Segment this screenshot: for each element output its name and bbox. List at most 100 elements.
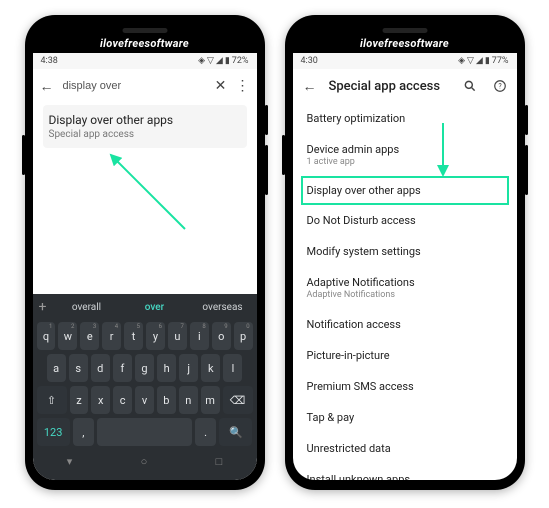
key-f[interactable]: f — [113, 354, 132, 382]
key-b[interactable]: b — [157, 386, 176, 414]
list-item[interactable]: Adaptive NotificationsAdaptive Notificat… — [307, 267, 503, 309]
list-item[interactable]: Tap & pay — [307, 402, 503, 433]
battery-icon: ▮ — [485, 56, 490, 66]
status-bar: 4:38 ◈ ▽ ◢ ▮ 72% — [33, 53, 257, 69]
location-icon: ◈ — [458, 56, 465, 66]
key-m[interactable]: m — [201, 386, 220, 414]
search-key[interactable]: 🔍 — [219, 418, 252, 446]
key-i[interactable]: i8 — [190, 322, 209, 350]
list-item[interactable]: Install unknown apps — [307, 464, 503, 480]
key-s[interactable]: s — [69, 354, 88, 382]
key-e[interactable]: e3 — [80, 322, 99, 350]
screen-left: 4:38 ◈ ▽ ◢ ▮ 72% ← ✕ ⋮ Display over othe… — [33, 53, 257, 480]
nav-recent-icon[interactable]: □ — [216, 455, 223, 468]
item-title: Premium SMS access — [307, 380, 503, 393]
item-title: Unrestricted data — [307, 442, 503, 455]
list-item[interactable]: Do Not Disturb access — [307, 205, 503, 236]
brand-label: ilovefreesoftware — [25, 37, 265, 50]
item-title: Modify system settings — [307, 245, 503, 258]
expand-suggestions-icon[interactable]: + — [33, 299, 53, 315]
search-result[interactable]: Display over other apps Special app acce… — [43, 105, 247, 148]
signal-icon: ◢ — [476, 56, 483, 66]
screen-right: 4:30 ◈ ▽ ◢ ▮ 77% ← Special app access ? — [293, 53, 517, 480]
key-o[interactable]: o9 — [212, 322, 231, 350]
item-title: Tap & pay — [307, 411, 503, 424]
suggestion-2[interactable]: over — [121, 302, 189, 313]
item-title: Do Not Disturb access — [307, 214, 503, 227]
item-title: Display over other apps — [307, 184, 503, 197]
search-input[interactable] — [61, 79, 207, 93]
key-h[interactable]: h — [157, 354, 176, 382]
list-item[interactable]: Picture-in-picture — [307, 340, 503, 371]
list-item[interactable]: Unrestricted data — [307, 433, 503, 464]
help-icon[interactable]: ? — [489, 75, 511, 97]
item-title: Install unknown apps — [307, 473, 503, 480]
suggestion-3[interactable]: overseas — [189, 302, 257, 313]
key-q[interactable]: q1 — [37, 322, 56, 350]
list-item[interactable]: Modify system settings — [307, 236, 503, 267]
back-icon[interactable]: ← — [39, 75, 55, 97]
item-subtitle: 1 active app — [307, 157, 503, 167]
overflow-icon[interactable]: ⋮ — [235, 75, 251, 97]
key-p[interactable]: p0 — [234, 322, 253, 350]
status-icons: ◈ ▽ ◢ ▮ 77% — [458, 56, 508, 66]
key-w[interactable]: w2 — [58, 322, 77, 350]
key-a[interactable]: a — [47, 354, 66, 382]
key-z[interactable]: z — [70, 386, 89, 414]
result-title: Display over other apps — [49, 113, 241, 127]
search-bar: ← ✕ ⋮ — [33, 69, 257, 103]
key-r[interactable]: r4 — [102, 322, 121, 350]
item-title: Battery optimization — [307, 112, 503, 125]
suggestion-row: + overall over overseas — [33, 294, 257, 320]
item-title: Notification access — [307, 318, 503, 331]
key-n[interactable]: n — [179, 386, 198, 414]
nav-keyboard-icon[interactable]: ▾ — [67, 455, 73, 468]
list-item[interactable]: Battery optimization — [307, 103, 503, 134]
keyboard: + overall over overseas q1w2e3r4t5y6u7i8… — [33, 294, 257, 480]
annotation-arrow-icon — [107, 151, 187, 231]
space-key[interactable] — [97, 418, 192, 446]
status-icons: ◈ ▽ ◢ ▮ 72% — [198, 56, 248, 66]
nav-home-icon[interactable]: ○ — [141, 455, 148, 468]
status-time: 4:30 — [301, 56, 459, 66]
app-bar: ← Special app access ? — [293, 69, 517, 103]
list-item[interactable]: Notification access — [307, 309, 503, 340]
comma-key[interactable]: , — [73, 418, 94, 446]
settings-list: Battery optimization Device admin apps1 a… — [293, 103, 517, 480]
list-item[interactable]: Premium SMS access — [307, 371, 503, 402]
key-x[interactable]: x — [91, 386, 110, 414]
key-l[interactable]: l — [223, 354, 242, 382]
wifi-icon: ▽ — [467, 56, 474, 66]
key-y[interactable]: y6 — [146, 322, 165, 350]
list-item[interactable]: Device admin apps1 active app — [307, 134, 503, 176]
key-u[interactable]: u7 — [168, 322, 187, 350]
back-icon[interactable]: ← — [299, 75, 321, 97]
phone-right: ilovefreesoftware 4:30 ◈ ▽ ◢ ▮ 77% ← Spe… — [285, 15, 525, 490]
key-j[interactable]: j — [179, 354, 198, 382]
suggestion-1[interactable]: overall — [53, 302, 121, 313]
item-title: Picture-in-picture — [307, 349, 503, 362]
battery-pct: 77% — [492, 56, 509, 66]
brand-label: ilovefreesoftware — [285, 37, 525, 50]
clear-icon[interactable]: ✕ — [213, 75, 229, 97]
backspace-key[interactable]: ⌫ — [223, 386, 253, 414]
numbers-key[interactable]: 123 — [37, 418, 70, 446]
svg-text:?: ? — [498, 82, 502, 90]
wifi-icon: ▽ — [207, 56, 214, 66]
key-k[interactable]: k — [201, 354, 220, 382]
key-t[interactable]: t5 — [124, 322, 143, 350]
key-d[interactable]: d — [91, 354, 110, 382]
period-key[interactable]: . — [195, 418, 216, 446]
list-item[interactable]: Display over other apps — [301, 176, 509, 205]
key-g[interactable]: g — [135, 354, 154, 382]
item-title: Adaptive Notifications — [307, 276, 503, 289]
key-c[interactable]: c — [113, 386, 132, 414]
search-icon[interactable] — [459, 75, 481, 97]
item-title: Device admin apps — [307, 143, 503, 156]
status-bar: 4:30 ◈ ▽ ◢ ▮ 77% — [293, 53, 517, 69]
item-subtitle: Adaptive Notifications — [307, 290, 503, 300]
key-v[interactable]: v — [135, 386, 154, 414]
shift-key[interactable]: ⇧ — [37, 386, 67, 414]
nav-bar: ▾ ○ □ — [33, 448, 257, 474]
result-subtitle: Special app access — [49, 129, 241, 140]
